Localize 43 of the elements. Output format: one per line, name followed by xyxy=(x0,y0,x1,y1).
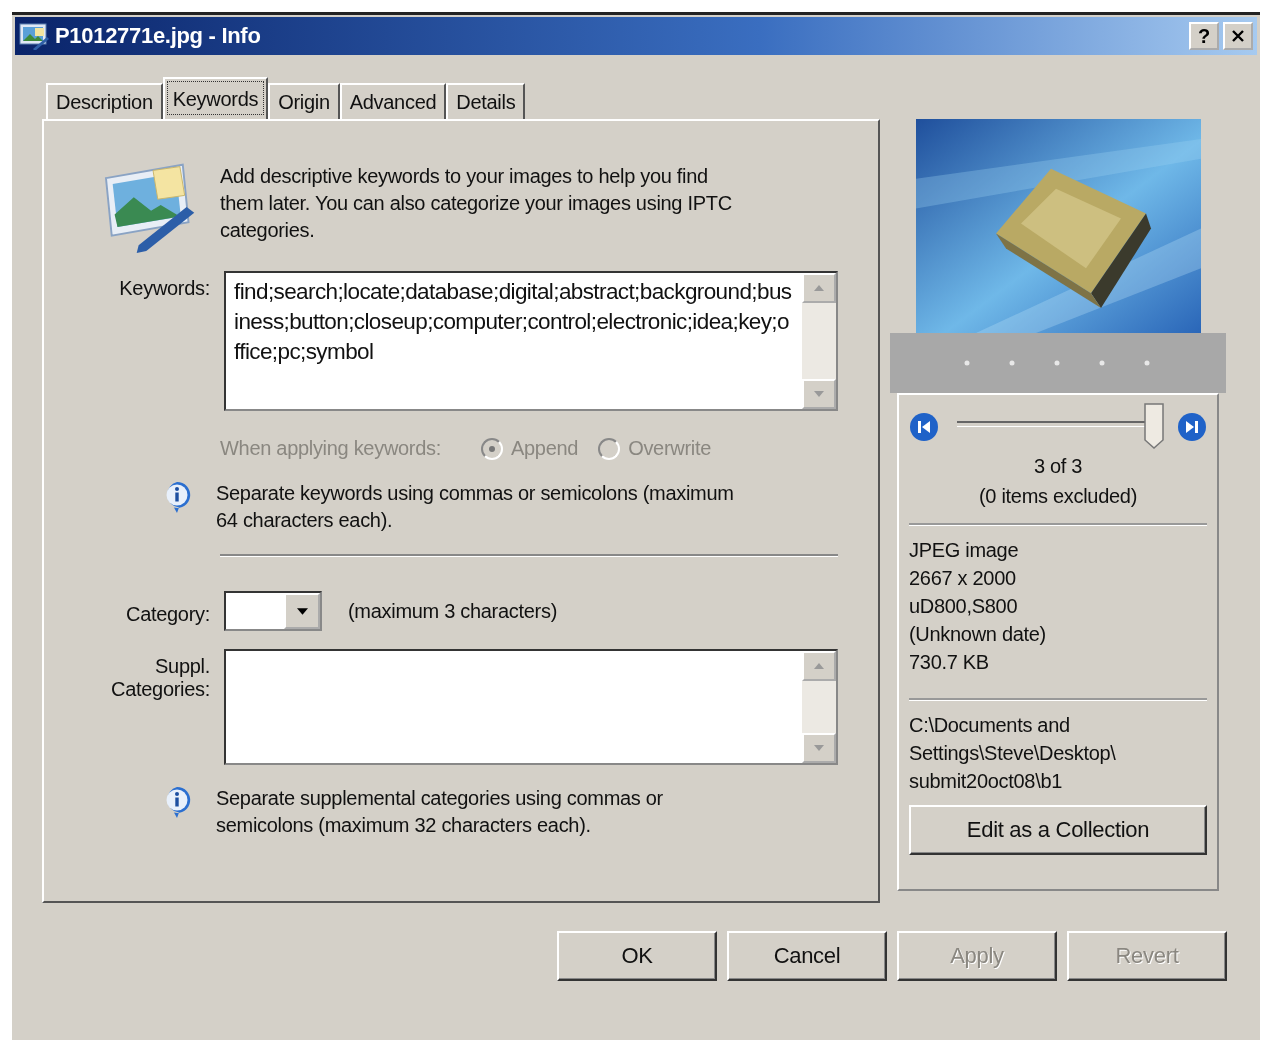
edit-collection-button[interactable]: Edit as a Collection xyxy=(909,805,1207,855)
tab[interactable]: Keywords xyxy=(162,77,269,119)
scroll-up-icon[interactable] xyxy=(814,663,824,669)
apply-mode-label: When applying keywords: xyxy=(220,437,441,460)
scrollbar[interactable] xyxy=(802,651,836,763)
scroll-up-icon[interactable] xyxy=(814,285,824,291)
tab[interactable]: Details xyxy=(446,83,526,119)
supplemental-field[interactable] xyxy=(224,649,838,765)
close-button[interactable] xyxy=(1223,22,1253,50)
file-info-text: (Unknown date) xyxy=(909,622,1047,647)
dropdown-arrow-icon xyxy=(296,607,308,615)
category-dropdown[interactable] xyxy=(224,591,322,631)
file-info-text: 730.7 KB xyxy=(909,650,990,675)
scroll-down-icon[interactable] xyxy=(814,391,824,397)
dialog-button[interactable]: Cancel xyxy=(727,931,887,981)
category-label: Category: xyxy=(126,601,210,626)
intro-text: Add descriptive keywords to your images to help you find them later. You can also categorize your images using IPTC categories. xyxy=(220,164,733,243)
scrollbar[interactable] xyxy=(802,273,836,409)
keywords-label: Keywords: xyxy=(119,276,210,300)
slider-thumb[interactable] xyxy=(1143,403,1165,449)
window-title: P1012771e.jpg - Info xyxy=(55,23,262,49)
keywords-text: find;search;locate;database;digital;abstract;background;business;button;closeup;computer;control;electronic;idea;key;office;pc;symbol xyxy=(233,278,793,366)
file-path: C:\Documents and Settings\Steve\Desktop\ submit20oct08\b1 xyxy=(909,713,1117,794)
scroll-down-icon[interactable] xyxy=(814,745,824,751)
category-hint: (maximum 3 characters) xyxy=(347,599,558,623)
dialog-button[interactable]: OK xyxy=(557,931,717,981)
supplemental-label: Suppl. Categories: xyxy=(110,654,210,701)
tab[interactable]: Origin xyxy=(268,83,340,119)
file-info-text: uD800,S800 xyxy=(909,594,1019,619)
skip-forward-icon[interactable] xyxy=(1177,412,1207,442)
tab[interactable]: Description xyxy=(46,83,163,119)
skip-back-icon[interactable] xyxy=(909,412,939,442)
keywords-note: Separate keywords using commas or semicolons (maximum 64 characters each). xyxy=(216,481,735,533)
supplemental-note: Separate supplemental categories using commas or semicolons (maximum 32 characters each). xyxy=(216,786,664,838)
keywords-field[interactable]: find;search;locate;database;digital;abstract;background;business;button;closeup;computer;control;electronic;idea;key;office;pc;symbol xyxy=(224,271,838,411)
close-icon xyxy=(1231,29,1245,43)
app-icon xyxy=(19,22,51,50)
help-button[interactable]: ? xyxy=(1189,22,1219,50)
position-text: 3 of 3 xyxy=(1032,454,1084,479)
file-info-text: JPEG image xyxy=(909,538,1020,563)
tab[interactable]: Advanced xyxy=(339,83,447,119)
file-info-text: 2667 x 2000 xyxy=(909,566,1017,591)
excluded-text: (0 items excluded) xyxy=(978,484,1138,509)
